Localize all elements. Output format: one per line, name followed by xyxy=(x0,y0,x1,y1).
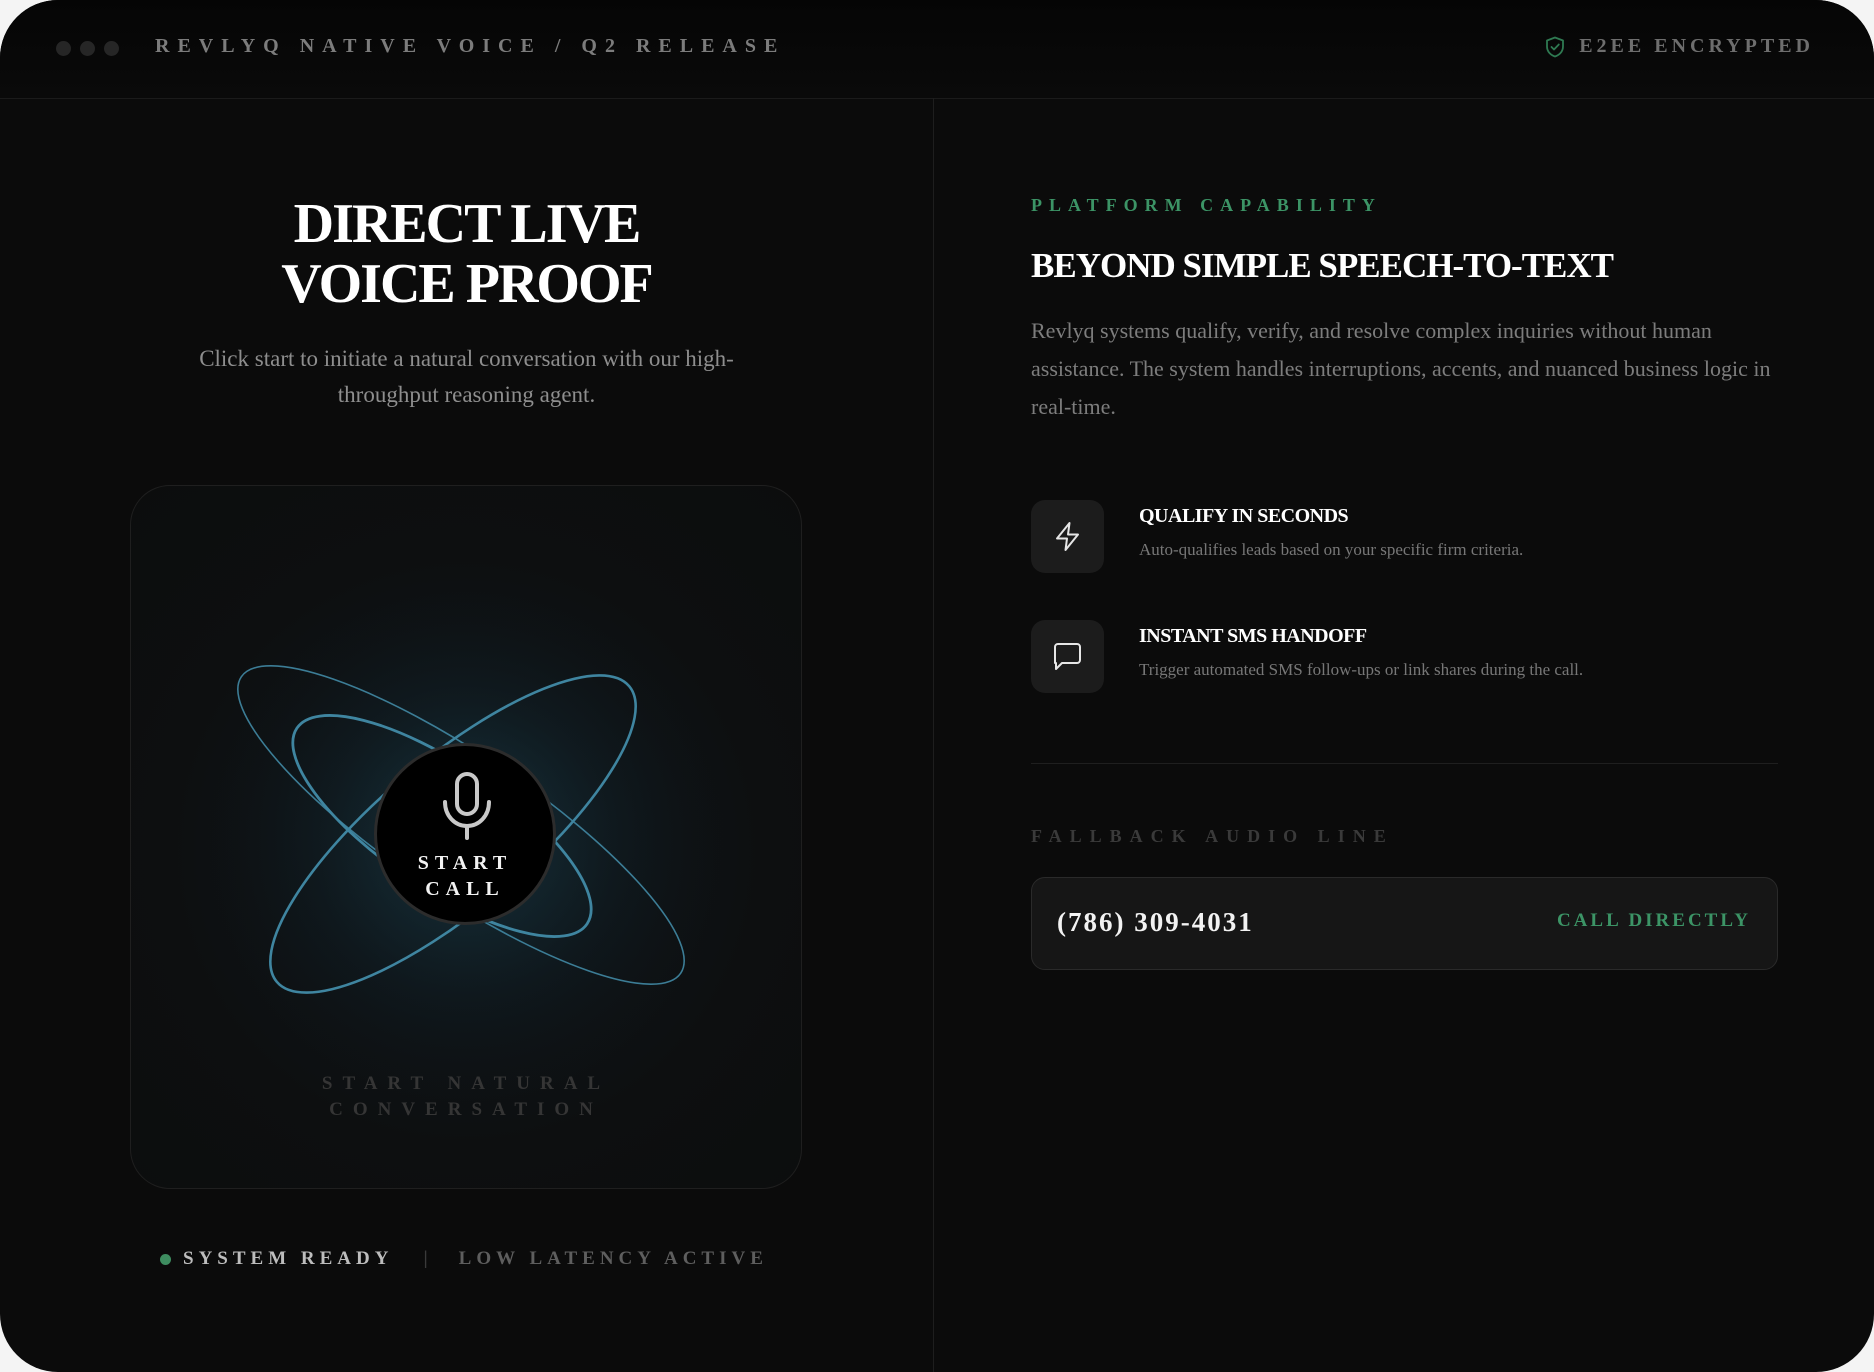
encryption-label: E2EE ENCRYPTED xyxy=(1579,35,1814,57)
title-bar: REVLYQ NATIVE VOICE / Q2 RELEASE E2EE EN… xyxy=(0,0,1874,99)
feature-description: Auto-qualifies leads based on your speci… xyxy=(1139,540,1524,559)
hero-title-line-2: VOICE PROOF xyxy=(281,253,653,315)
start-call-label-line-2: CALL xyxy=(425,878,505,900)
start-call-button[interactable]: START CALL xyxy=(374,743,556,925)
capability-panel: PLATFORM CAPABILITY BEYOND SIMPLE SPEECH… xyxy=(934,98,1874,1372)
window-close-dot[interactable] xyxy=(56,41,71,56)
status-separator: | xyxy=(423,1248,433,1269)
shield-check-icon xyxy=(1546,36,1565,57)
section-divider xyxy=(1031,763,1778,764)
section-title: BEYOND SIMPLE SPEECH-TO-TEXT xyxy=(1031,246,1614,285)
system-ready-text: SYSTEM READY xyxy=(183,1248,394,1269)
status-indicator-dot xyxy=(160,1253,171,1265)
call-directly-button[interactable]: CALL DIRECTLY xyxy=(1557,910,1751,932)
section-body: Revlyq systems qualify, verify, and reso… xyxy=(1031,318,1771,419)
card-caption-line-2: CONVERSATION xyxy=(329,1099,603,1120)
feature-icon-box xyxy=(1031,620,1104,693)
feature-item-qualify: QUALIFY IN SECONDS Auto-qualifies leads … xyxy=(1031,500,1791,573)
window-controls xyxy=(56,41,119,56)
app-window: REVLYQ NATIVE VOICE / Q2 RELEASE E2EE EN… xyxy=(0,0,1874,1372)
feature-icon-box xyxy=(1031,500,1104,573)
start-call-label-line-1: START xyxy=(417,852,513,874)
window-maximize-dot[interactable] xyxy=(104,41,119,56)
microphone-icon xyxy=(443,772,491,840)
card-caption: START NATURAL CONVERSATION xyxy=(131,1071,801,1123)
feature-item-sms: INSTANT SMS HANDOFF Trigger automated SM… xyxy=(1031,620,1791,693)
lightning-icon xyxy=(1056,522,1079,551)
chat-bubble-icon xyxy=(1054,643,1081,670)
hero-title: DIRECT LIVE VOICE PROOF xyxy=(0,194,933,314)
fallback-phone-number[interactable]: (786) 309-4031 xyxy=(1057,907,1254,938)
section-eyebrow: PLATFORM CAPABILITY xyxy=(1031,195,1382,215)
hero-title-line-1: DIRECT LIVE xyxy=(293,193,642,255)
feature-description: Trigger automated SMS follow-ups or link… xyxy=(1139,660,1584,679)
start-call-label: START CALL xyxy=(377,850,553,902)
fallback-label: FALLBACK AUDIO LINE xyxy=(1031,826,1394,846)
latency-status-text: LOW LATENCY ACTIVE xyxy=(458,1248,768,1269)
encryption-status: E2EE ENCRYPTED xyxy=(1545,35,1814,58)
system-status-bar: SYSTEM READY | LOW LATENCY ACTIVE xyxy=(160,1248,768,1270)
window-title: REVLYQ NATIVE VOICE / Q2 RELEASE xyxy=(155,35,786,57)
feature-title: QUALIFY IN SECONDS xyxy=(1139,505,1349,527)
call-card: START CALL START NATURAL CONVERSATION xyxy=(130,485,802,1189)
hero-subtitle: Click start to initiate a natural conver… xyxy=(199,346,734,407)
fallback-phone-box: (786) 309-4031 CALL DIRECTLY xyxy=(1031,877,1778,970)
window-minimize-dot[interactable] xyxy=(80,41,95,56)
card-caption-line-1: START NATURAL xyxy=(321,1073,611,1094)
feature-title: INSTANT SMS HANDOFF xyxy=(1139,625,1367,647)
voice-demo-panel: DIRECT LIVE VOICE PROOF Click start to i… xyxy=(0,98,933,1372)
